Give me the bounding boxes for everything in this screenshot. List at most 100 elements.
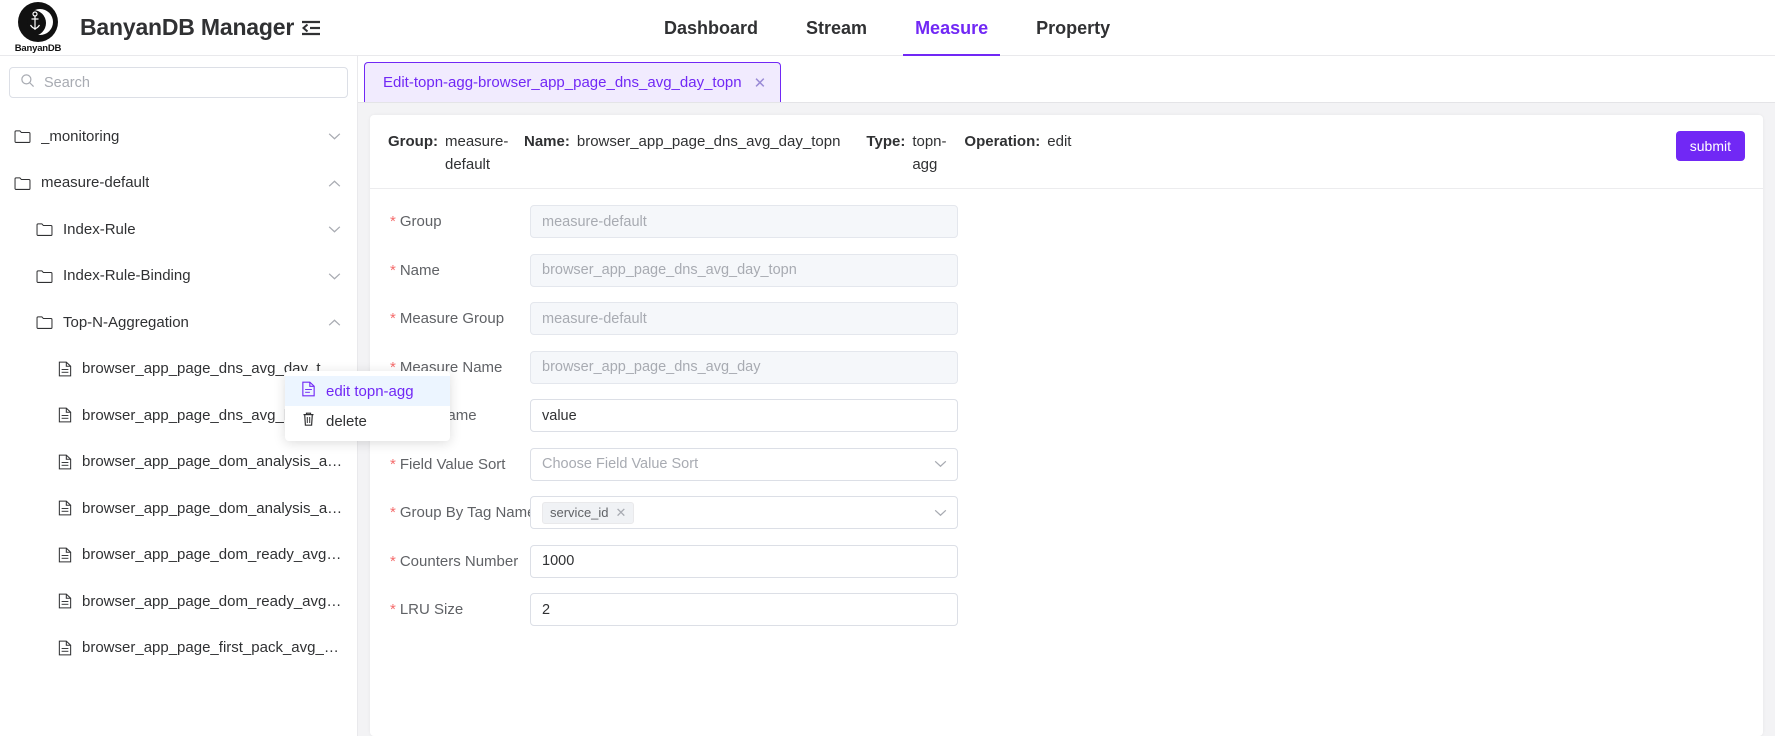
context-menu-item-label: edit topn-agg bbox=[326, 383, 414, 400]
submit-button[interactable]: submit bbox=[1676, 131, 1745, 161]
field-row-measure-group: *Measure Group measure-default bbox=[370, 302, 1763, 335]
field-label-counters-number: *Counters Number bbox=[370, 545, 530, 578]
field-row-lru-size: *LRU Size 2 bbox=[370, 593, 1763, 626]
folder-icon bbox=[14, 176, 31, 190]
field-value-sort-select[interactable]: Choose Field Value Sort bbox=[530, 448, 958, 481]
tree-item-label: _monitoring bbox=[41, 128, 119, 145]
logo: BanyanDB bbox=[10, 2, 66, 54]
field-control-field-value-sort: Choose Field Value Sort bbox=[530, 448, 958, 481]
required-asterisk: * bbox=[390, 262, 396, 279]
app-header: BanyanDB BanyanDB Manager Dashboard Stre… bbox=[0, 0, 1775, 56]
tree-item-label: browser_app_page_dom_analysis_avg_… bbox=[82, 453, 343, 470]
body: Search _monitoring meas bbox=[0, 56, 1775, 736]
group-input[interactable]: measure-default bbox=[530, 205, 958, 238]
nav-item-measure[interactable]: Measure bbox=[891, 0, 1012, 56]
file-icon bbox=[58, 500, 72, 516]
meta-type: Type: topn-agg bbox=[866, 131, 938, 176]
chevron-down-icon[interactable] bbox=[328, 128, 341, 145]
nav-item-dashboard[interactable]: Dashboard bbox=[640, 0, 782, 56]
tree-item-index-rule-binding[interactable]: Index-Rule-Binding bbox=[0, 253, 357, 300]
field-label-group-by-tag-names: *Group By Tag Names bbox=[370, 496, 530, 522]
tree-item-topn-file[interactable]: browser_app_page_dom_ready_avg_ho… bbox=[0, 578, 357, 625]
file-icon bbox=[58, 640, 72, 656]
lru-size-input[interactable]: 2 bbox=[530, 593, 958, 626]
file-icon bbox=[58, 547, 72, 563]
meta-group-value: measure-default bbox=[445, 131, 508, 176]
tree-item-topn-file[interactable]: browser_app_page_dom_analysis_avg_… bbox=[0, 439, 357, 486]
field-label-lru-size: *LRU Size bbox=[370, 593, 530, 626]
field-label-field-value-sort: *Field Value Sort bbox=[370, 448, 530, 481]
brand-title-text: BanyanDB Manager bbox=[80, 14, 294, 41]
tree-item-label: browser_app_page_dom_ready_avg_da… bbox=[82, 546, 343, 563]
tree-item-top-n-aggregation[interactable]: Top-N-Aggregation bbox=[0, 299, 357, 346]
tree-item-topn-file[interactable]: browser_app_page_dom_analysis_avg_… bbox=[0, 485, 357, 532]
field-control-name: browser_app_page_dns_avg_day_topn bbox=[530, 254, 958, 287]
file-icon bbox=[58, 593, 72, 609]
context-menu: edit topn-agg delete bbox=[285, 371, 450, 441]
file-icon bbox=[58, 361, 72, 377]
field-control-measure-name: browser_app_page_dns_avg_day bbox=[530, 351, 958, 384]
chevron-up-icon[interactable] bbox=[328, 174, 341, 191]
tree-item-monitoring[interactable]: _monitoring bbox=[0, 113, 357, 160]
top-navigation: Dashboard Stream Measure Property bbox=[640, 0, 1134, 56]
required-asterisk: * bbox=[390, 213, 396, 230]
group-by-tag-select[interactable]: service_id ✕ bbox=[530, 496, 958, 529]
page-title: BanyanDB Manager bbox=[80, 14, 321, 41]
edit-document-icon bbox=[301, 381, 316, 401]
tag-chip-label: service_id bbox=[550, 505, 609, 520]
nav-item-stream[interactable]: Stream bbox=[782, 0, 891, 56]
search-placeholder: Search bbox=[44, 75, 90, 91]
field-control-lru-size: 2 bbox=[530, 593, 958, 626]
file-icon bbox=[58, 454, 72, 470]
brand: BanyanDB BanyanDB Manager bbox=[0, 2, 321, 54]
tree-item-measure-default[interactable]: measure-default bbox=[0, 160, 357, 207]
meta-name: Name: browser_app_page_dns_avg_day_topn bbox=[524, 131, 840, 154]
field-label-text: Field Value Sort bbox=[400, 456, 506, 473]
card-area: Group: measure-default Name: browser_app… bbox=[358, 103, 1775, 736]
field-value-sort-placeholder: Choose Field Value Sort bbox=[542, 456, 698, 472]
tree-item-label: Index-Rule bbox=[63, 221, 136, 238]
close-icon[interactable]: ✕ bbox=[616, 505, 627, 521]
field-control-group-by-tag-names: service_id ✕ bbox=[530, 496, 958, 529]
required-asterisk: * bbox=[390, 553, 396, 570]
field-control-measure-group: measure-default bbox=[530, 302, 958, 335]
app-root: BanyanDB BanyanDB Manager Dashboard Stre… bbox=[0, 0, 1775, 736]
chevron-up-icon[interactable] bbox=[328, 314, 341, 331]
folder-icon bbox=[14, 129, 31, 143]
nav-item-property[interactable]: Property bbox=[1012, 0, 1134, 56]
field-row-group-by-tag-names: *Group By Tag Names service_id ✕ bbox=[370, 496, 1763, 529]
collapse-menu-icon[interactable] bbox=[301, 20, 321, 36]
measure-group-input[interactable]: measure-default bbox=[530, 302, 958, 335]
field-row-counters-number: *Counters Number 1000 bbox=[370, 545, 1763, 578]
field-control-counters-number: 1000 bbox=[530, 545, 958, 578]
main-pane: Edit-topn-agg-browser_app_page_dns_avg_d… bbox=[358, 56, 1775, 736]
tree-item-index-rule[interactable]: Index-Rule bbox=[0, 206, 357, 253]
tag-chip[interactable]: service_id ✕ bbox=[542, 502, 634, 524]
chevron-down-icon[interactable] bbox=[328, 221, 341, 238]
file-icon bbox=[58, 407, 72, 423]
folder-icon bbox=[36, 269, 53, 283]
folder-icon bbox=[36, 222, 53, 236]
context-menu-item-edit[interactable]: edit topn-agg bbox=[285, 376, 450, 406]
tree-item-topn-file[interactable]: browser_app_page_dom_ready_avg_da… bbox=[0, 532, 357, 579]
field-row-field-value-sort: *Field Value Sort Choose Field Value Sor… bbox=[370, 448, 1763, 481]
counters-number-input[interactable]: 1000 bbox=[530, 545, 958, 578]
tree-item-topn-file[interactable]: browser_app_page_first_pack_avg_day… bbox=[0, 625, 357, 672]
close-icon[interactable]: ✕ bbox=[754, 74, 767, 92]
field-row-name: *Name browser_app_page_dns_avg_day_topn bbox=[370, 254, 1763, 287]
field-label-name: *Name bbox=[370, 254, 530, 287]
search-row: Search bbox=[0, 56, 357, 108]
context-menu-item-delete[interactable]: delete bbox=[285, 406, 450, 436]
field-label-text: Name bbox=[400, 262, 440, 279]
measure-name-input[interactable]: browser_app_page_dns_avg_day bbox=[530, 351, 958, 384]
meta-operation-key: Operation: bbox=[964, 131, 1040, 154]
name-input[interactable]: browser_app_page_dns_avg_day_topn bbox=[530, 254, 958, 287]
search-input[interactable]: Search bbox=[9, 67, 348, 98]
meta-name-value: browser_app_page_dns_avg_day_topn bbox=[577, 131, 841, 154]
chevron-down-icon[interactable] bbox=[328, 267, 341, 284]
tab-edit-topn-agg[interactable]: Edit-topn-agg-browser_app_page_dns_avg_d… bbox=[364, 62, 781, 102]
anchor-glyph-icon bbox=[29, 11, 41, 33]
tree-item-label: Top-N-Aggregation bbox=[63, 314, 189, 331]
field-label-text: Counters Number bbox=[400, 553, 518, 570]
field-name-input[interactable]: value bbox=[530, 399, 958, 432]
